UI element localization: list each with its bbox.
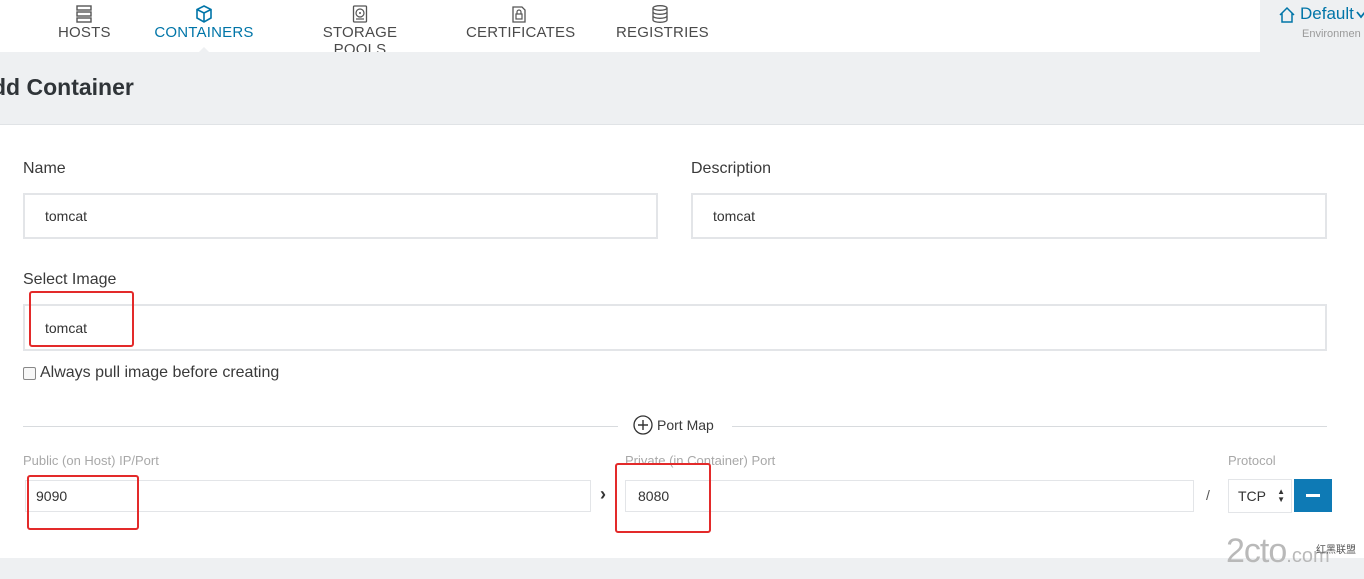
nav-label-containers: CONTAINERS [154, 24, 254, 41]
nav-item-registries[interactable]: REGISTRIES [616, 0, 709, 52]
arrow-right-icon: › [600, 484, 606, 504]
top-nav: HOSTS CONTAINERS STORAGE POOLS CERTIFICA… [0, 0, 1364, 58]
nav-label-hosts: HOSTS [58, 24, 111, 41]
port-map-title: Port Map [657, 417, 714, 433]
highlight-box-public-port [27, 475, 139, 530]
watermark-small: 红黑联盟 [1316, 545, 1356, 556]
page-header: dd Container [0, 52, 1364, 125]
nav-label-registries: REGISTRIES [616, 24, 709, 41]
divider-left [23, 426, 618, 427]
plus-circle-icon [633, 415, 653, 435]
description-input[interactable]: tomcat [691, 193, 1327, 239]
select-image-input[interactable]: tomcat [23, 304, 1327, 351]
chevron-down-icon [1356, 11, 1364, 19]
name-input[interactable]: tomcat [23, 193, 658, 239]
storage-pools-icon [352, 5, 368, 23]
minus-icon [1306, 494, 1320, 497]
always-pull-checkbox[interactable] [23, 367, 36, 380]
watermark-main: 2cto [1226, 532, 1287, 570]
nav-item-certificates[interactable]: CERTIFICATES [466, 0, 576, 52]
select-arrows-icon: ▲ ▼ [1277, 487, 1285, 504]
watermark-logo: 2cto.com 红黑联盟 [1226, 532, 1356, 571]
protocol-separator: / [1206, 487, 1210, 503]
name-input-value: tomcat [45, 208, 88, 224]
nav-item-storage-pools[interactable]: STORAGE POOLS [298, 0, 422, 58]
environment-switcher[interactable]: Default Environmen [1260, 0, 1364, 52]
protocol-value: TCP [1238, 488, 1266, 504]
remove-port-button[interactable] [1294, 479, 1332, 512]
description-input-value: tomcat [713, 208, 756, 224]
name-label: Name [23, 160, 66, 177]
environment-label: Environmen [1302, 28, 1361, 40]
nav-label-certificates: CERTIFICATES [466, 24, 576, 41]
page-title: dd Container [0, 74, 134, 100]
divider-right [732, 426, 1327, 427]
select-image-label: Select Image [23, 271, 117, 288]
description-label: Description [691, 160, 772, 177]
always-pull-label: Always pull image before creating [40, 364, 280, 381]
highlight-box-image [29, 291, 134, 347]
nav-item-hosts[interactable]: HOSTS [58, 0, 110, 52]
nav-item-containers[interactable]: CONTAINERS [154, 0, 254, 53]
highlight-box-private-port [615, 463, 711, 533]
public-port-label: Public (on Host) IP/Port [23, 453, 159, 468]
environment-name: Default [1300, 4, 1354, 23]
containers-icon [196, 5, 212, 23]
protocol-select[interactable]: TCP ▲ ▼ [1228, 479, 1292, 513]
protocol-label: Protocol [1228, 453, 1276, 468]
certificates-icon [512, 6, 526, 23]
hosts-icon [76, 5, 92, 23]
port-map-add-button[interactable]: Port Map [633, 415, 714, 435]
registries-icon [652, 5, 668, 23]
home-icon [1279, 6, 1295, 23]
footer-band [0, 558, 1364, 579]
